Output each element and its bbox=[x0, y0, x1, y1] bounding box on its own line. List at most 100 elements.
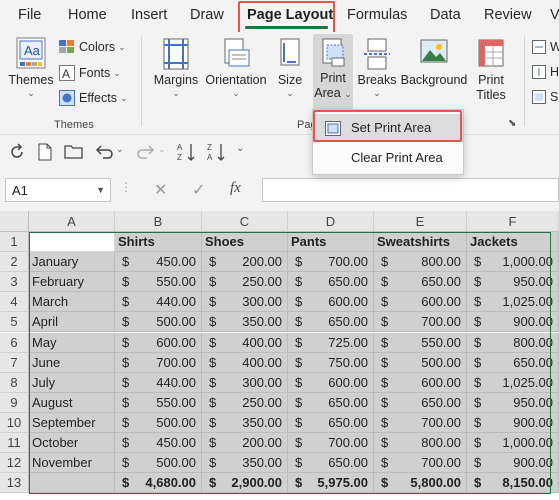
column-header-a[interactable]: A bbox=[29, 211, 115, 232]
value-cell[interactable]: $650.00 bbox=[288, 312, 374, 333]
new-file-icon[interactable] bbox=[37, 143, 53, 161]
row-header-2[interactable]: 2 bbox=[0, 252, 29, 273]
column-header-f[interactable]: F bbox=[467, 211, 559, 232]
value-cell[interactable]: $650.00 bbox=[288, 412, 374, 433]
value-cell[interactable]: $950.00 bbox=[467, 272, 559, 293]
value-cell[interactable]: $800.00 bbox=[374, 252, 467, 273]
height-control[interactable]: H bbox=[532, 65, 559, 79]
orientation-button[interactable]: Orientation ⌄ bbox=[204, 38, 268, 98]
value-cell[interactable]: $900.00 bbox=[467, 453, 559, 474]
size-button[interactable]: Size ⌄ bbox=[272, 38, 308, 98]
value-cell[interactable]: $900.00 bbox=[467, 412, 559, 433]
value-cell[interactable]: $400.00 bbox=[202, 352, 288, 373]
row-header-10[interactable]: 10 bbox=[0, 412, 29, 433]
value-cell[interactable]: $350.00 bbox=[202, 453, 288, 474]
value-cell[interactable]: $500.00 bbox=[374, 352, 467, 373]
column-header-c[interactable]: C bbox=[202, 211, 288, 232]
value-cell[interactable]: $440.00 bbox=[115, 372, 202, 393]
total-cell[interactable]: $4,680.00 bbox=[115, 473, 202, 494]
select-all-corner[interactable] bbox=[0, 211, 29, 232]
month-cell[interactable]: September bbox=[29, 412, 115, 433]
breaks-button[interactable]: Breaks ⌄ bbox=[357, 38, 397, 98]
value-cell[interactable]: $550.00 bbox=[115, 392, 202, 413]
row-header-3[interactable]: 3 bbox=[0, 272, 29, 293]
sort-descending-icon[interactable]: ZA bbox=[206, 141, 228, 163]
value-cell[interactable]: $350.00 bbox=[202, 412, 288, 433]
month-cell[interactable]: July bbox=[29, 372, 115, 393]
refresh-icon[interactable] bbox=[8, 143, 26, 161]
value-cell[interactable]: $750.00 bbox=[288, 352, 374, 373]
total-cell[interactable]: $5,800.00 bbox=[374, 473, 467, 494]
value-cell[interactable]: $200.00 bbox=[202, 252, 288, 273]
themes-button[interactable]: Aa Themes ⌄ bbox=[8, 36, 54, 98]
sort-ascending-icon[interactable]: AZ bbox=[176, 141, 198, 163]
value-cell[interactable]: $700.00 bbox=[374, 312, 467, 333]
chevron-down-icon[interactable]: ▼ bbox=[96, 185, 105, 195]
value-cell[interactable]: $500.00 bbox=[115, 412, 202, 433]
column-title-cell[interactable]: Sweatshirts bbox=[374, 232, 467, 253]
set-print-area-item[interactable]: Set Print Area bbox=[313, 114, 463, 142]
column-header-e[interactable]: E bbox=[374, 211, 467, 232]
value-cell[interactable]: $550.00 bbox=[374, 332, 467, 353]
month-cell[interactable]: June bbox=[29, 352, 115, 373]
value-cell[interactable]: $400.00 bbox=[202, 332, 288, 353]
row-header-8[interactable]: 8 bbox=[0, 372, 29, 393]
tab-review[interactable]: Review bbox=[484, 7, 532, 23]
effects-button[interactable]: Effects ⌄ bbox=[59, 90, 128, 106]
colors-button[interactable]: Colors ⌄ bbox=[59, 40, 126, 54]
row-header-5[interactable]: 5 bbox=[0, 312, 29, 333]
value-cell[interactable]: $500.00 bbox=[115, 312, 202, 333]
total-cell[interactable]: $8,150.00 bbox=[467, 473, 559, 494]
value-cell[interactable]: $350.00 bbox=[202, 312, 288, 333]
row-header-12[interactable]: 12 bbox=[0, 453, 29, 474]
value-cell[interactable]: $600.00 bbox=[374, 372, 467, 393]
value-cell[interactable]: $950.00 bbox=[467, 392, 559, 413]
scale-control[interactable]: S bbox=[532, 90, 558, 104]
tab-home[interactable]: Home bbox=[68, 7, 107, 23]
value-cell[interactable]: $700.00 bbox=[115, 352, 202, 373]
month-cell[interactable]: May bbox=[29, 332, 115, 353]
month-cell[interactable]: March bbox=[29, 292, 115, 313]
value-cell[interactable]: $650.00 bbox=[374, 392, 467, 413]
value-cell[interactable]: $650.00 bbox=[467, 352, 559, 373]
value-cell[interactable]: $250.00 bbox=[202, 392, 288, 413]
tab-view[interactable]: V bbox=[550, 7, 559, 23]
month-cell[interactable]: January bbox=[29, 252, 115, 273]
value-cell[interactable]: $250.00 bbox=[202, 272, 288, 293]
cancel-icon[interactable]: ✕ bbox=[154, 180, 167, 200]
row-header-1[interactable]: 1 bbox=[0, 232, 29, 253]
open-folder-icon[interactable] bbox=[64, 143, 84, 161]
value-cell[interactable]: $700.00 bbox=[288, 433, 374, 454]
print-titles-button[interactable]: Print Titles bbox=[471, 38, 511, 103]
row-header-13[interactable]: 13 bbox=[0, 473, 29, 494]
value-cell[interactable]: $650.00 bbox=[288, 453, 374, 474]
value-cell[interactable]: $550.00 bbox=[115, 272, 202, 293]
redo-icon[interactable] bbox=[136, 143, 156, 161]
redo-chevron-icon[interactable]: ⌄ bbox=[158, 144, 166, 155]
margins-button[interactable]: Margins ⌄ bbox=[150, 38, 202, 98]
row-header-6[interactable]: 6 bbox=[0, 332, 29, 353]
tab-data[interactable]: Data bbox=[430, 7, 461, 23]
undo-icon[interactable] bbox=[94, 143, 114, 161]
background-button[interactable]: Background bbox=[398, 38, 470, 88]
value-cell[interactable]: $725.00 bbox=[288, 332, 374, 353]
value-cell[interactable]: $200.00 bbox=[202, 433, 288, 454]
value-cell[interactable]: $500.00 bbox=[115, 453, 202, 474]
value-cell[interactable]: $1,000.00 bbox=[467, 252, 559, 273]
value-cell[interactable]: $1,025.00 bbox=[467, 292, 559, 313]
undo-chevron-icon[interactable]: ⌄ bbox=[116, 144, 124, 155]
page-setup-launcher-icon[interactable]: ⬊ bbox=[508, 118, 516, 129]
fonts-button[interactable]: A Fonts ⌄ bbox=[59, 65, 121, 81]
value-cell[interactable]: $300.00 bbox=[202, 292, 288, 313]
insert-function-icon[interactable]: fx bbox=[230, 180, 241, 197]
value-cell[interactable]: $800.00 bbox=[467, 332, 559, 353]
value-cell[interactable]: $700.00 bbox=[374, 412, 467, 433]
column-title-cell[interactable]: Shoes bbox=[202, 232, 288, 253]
value-cell[interactable]: $700.00 bbox=[374, 453, 467, 474]
tab-file[interactable]: File bbox=[18, 7, 41, 23]
resize-handle-icon[interactable]: ⋮ bbox=[120, 180, 132, 194]
month-cell[interactable]: April bbox=[29, 312, 115, 333]
width-control[interactable]: W bbox=[532, 40, 559, 54]
column-title-cell[interactable]: Pants bbox=[288, 232, 374, 253]
column-title-cell[interactable]: Shirts bbox=[115, 232, 202, 253]
